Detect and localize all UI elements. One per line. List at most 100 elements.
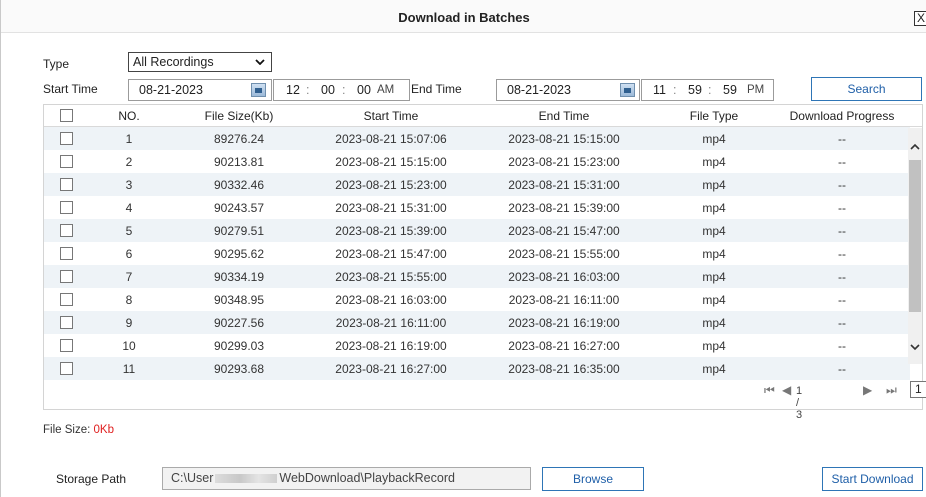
cell-download-progress: -- — [838, 178, 846, 192]
cell-end-time: 2023-08-21 15:39:00 — [508, 201, 620, 215]
row-checkbox[interactable] — [60, 201, 73, 214]
end-time-label: End Time — [411, 82, 462, 96]
browse-button[interactable]: Browse — [542, 467, 644, 491]
cell-start-time: 2023-08-21 15:07:06 — [335, 132, 447, 146]
cell-file-type: mp4 — [702, 201, 726, 215]
cell-end-time: 2023-08-21 16:35:00 — [508, 362, 620, 376]
table-row[interactable]: 10 90299.03 2023-08-21 16:19:00 2023-08-21 … — [44, 334, 910, 357]
row-checkbox[interactable] — [60, 293, 73, 306]
select-all-checkbox[interactable] — [60, 109, 73, 122]
calendar-icon[interactable] — [251, 83, 266, 97]
cell-file-size: 90213.81 — [213, 155, 265, 169]
cell-download-progress: -- — [838, 339, 846, 353]
table-row[interactable]: 4 90243.57 2023-08-21 15:31:00 2023-08-21 1… — [44, 196, 910, 219]
download-dialog: Download in Batches X Type All Recording… — [0, 0, 926, 497]
cell-end-time: 2023-08-21 16:03:00 — [508, 270, 620, 284]
col-start-time: Start Time — [363, 109, 419, 123]
cell-start-time: 2023-08-21 16:11:00 — [335, 316, 447, 330]
start-second[interactable]: 00 — [357, 80, 371, 100]
cell-end-time: 2023-08-21 15:47:00 — [508, 224, 620, 238]
table-row[interactable]: 3 90332.46 2023-08-21 15:23:00 2023-08-21 1… — [44, 173, 910, 196]
cell-download-progress: -- — [838, 362, 846, 376]
last-page-icon[interactable]: ⏭ — [886, 383, 897, 398]
cell-no: 7 — [125, 270, 133, 284]
table-header: NO. File Size(Kb) Start Time End Time Fi… — [44, 105, 922, 127]
row-checkbox[interactable] — [60, 247, 73, 260]
cell-file-size: 90332.46 — [213, 178, 265, 192]
chevron-down-icon[interactable] — [908, 338, 922, 356]
type-select[interactable]: All Recordings — [128, 52, 272, 72]
table-row[interactable]: 5 90279.51 2023-08-21 15:39:00 2023-08-21 1… — [44, 219, 910, 242]
row-checkbox[interactable] — [60, 270, 73, 283]
first-page-icon[interactable]: ⏮ — [764, 383, 775, 398]
cell-end-time: 2023-08-21 15:23:00 — [508, 155, 620, 169]
end-second[interactable]: 59 — [723, 80, 737, 100]
col-file-size: File Size(Kb) — [204, 109, 274, 123]
end-minute[interactable]: 59 — [688, 80, 702, 100]
cell-download-progress: -- — [838, 201, 846, 215]
row-checkbox[interactable] — [60, 132, 73, 145]
col-end-time: End Time — [538, 109, 590, 123]
cell-file-type: mp4 — [702, 316, 726, 330]
cell-file-size: 90243.57 — [213, 201, 265, 215]
start-hour[interactable]: 12 — [286, 80, 300, 100]
cell-start-time: 2023-08-21 15:47:00 — [335, 247, 447, 261]
cell-start-time: 2023-08-21 15:23:00 — [335, 178, 447, 192]
cell-start-time: 2023-08-21 15:39:00 — [335, 224, 447, 238]
table-row[interactable]: 6 90295.62 2023-08-21 15:47:00 2023-08-21 1… — [44, 242, 910, 265]
page-number-input[interactable]: 1 — [910, 381, 926, 398]
cell-no: 1 — [125, 132, 133, 146]
cell-no: 9 — [125, 316, 133, 330]
file-size-summary: File Size: 0Kb — [43, 424, 114, 436]
table-row[interactable]: 11 90293.68 2023-08-21 16:27:00 2023-08-21 … — [44, 357, 910, 380]
row-checkbox[interactable] — [60, 316, 73, 329]
cell-download-progress: -- — [838, 224, 846, 238]
table-row[interactable]: 2 90213.81 2023-08-21 15:15:00 2023-08-21 1… — [44, 150, 910, 173]
start-date-input[interactable]: 08-21-2023 — [128, 79, 272, 101]
time-separator: : — [306, 83, 310, 97]
end-date-input[interactable]: 08-21-2023 — [496, 79, 640, 101]
table-row[interactable]: 7 90334.19 2023-08-21 15:55:00 2023-08-21 1… — [44, 265, 910, 288]
time-separator: : — [708, 83, 712, 97]
start-ampm[interactable]: AM — [377, 80, 394, 100]
row-checkbox[interactable] — [60, 362, 73, 375]
chevron-up-icon[interactable] — [908, 138, 922, 156]
cell-no: 11 — [122, 362, 136, 376]
end-hour[interactable]: 11 — [653, 80, 666, 100]
table-row[interactable]: 8 90348.95 2023-08-21 16:03:00 2023-08-21 1… — [44, 288, 910, 311]
cell-file-type: mp4 — [702, 362, 726, 376]
close-button[interactable]: X — [914, 11, 926, 26]
table-scrollbar[interactable] — [908, 128, 922, 364]
end-time-input[interactable]: 11 : 59 : 59 PM — [641, 79, 774, 101]
scrollbar-thumb[interactable] — [909, 160, 921, 312]
table-row[interactable]: 1 89276.24 2023-08-21 15:07:06 2023-08-21 1… — [44, 127, 910, 150]
recordings-table: NO. File Size(Kb) Start Time End Time Fi… — [43, 104, 926, 421]
title-bar: Download in Batches X — [1, 0, 926, 33]
cell-no: 5 — [125, 224, 133, 238]
end-ampm[interactable]: PM — [747, 80, 764, 100]
search-button[interactable]: Search — [811, 77, 922, 101]
prev-page-icon[interactable]: ◀ — [782, 383, 791, 397]
cell-end-time: 2023-08-21 16:27:00 — [508, 339, 620, 353]
start-minute[interactable]: 00 — [321, 80, 335, 100]
row-checkbox[interactable] — [60, 155, 73, 168]
row-checkbox[interactable] — [60, 178, 73, 191]
row-checkbox[interactable] — [60, 339, 73, 352]
start-time-label: Start Time — [43, 82, 98, 96]
next-page-icon[interactable]: ▶ — [863, 383, 872, 397]
start-time-input[interactable]: 12 : 00 : 00 AM — [273, 79, 410, 101]
row-checkbox[interactable] — [60, 224, 73, 237]
cell-no: 8 — [125, 293, 133, 307]
table-row[interactable]: 9 90227.56 2023-08-21 16:11:00 2023-08-21 1… — [44, 311, 910, 334]
cell-end-time: 2023-08-21 15:15:00 — [508, 132, 620, 146]
cell-start-time: 2023-08-21 16:27:00 — [335, 362, 447, 376]
calendar-icon[interactable] — [620, 83, 635, 97]
path-prefix: C:\User — [171, 471, 214, 485]
start-download-button[interactable]: Start Download — [822, 467, 923, 491]
cell-no: 2 — [125, 155, 133, 169]
redacted-segment — [215, 474, 278, 484]
cell-file-type: mp4 — [702, 270, 726, 284]
cell-file-size: 90293.68 — [213, 362, 265, 376]
storage-path-field[interactable]: C:\User WebDownload\PlaybackRecord — [162, 467, 531, 490]
cell-file-size: 90295.62 — [213, 247, 265, 261]
